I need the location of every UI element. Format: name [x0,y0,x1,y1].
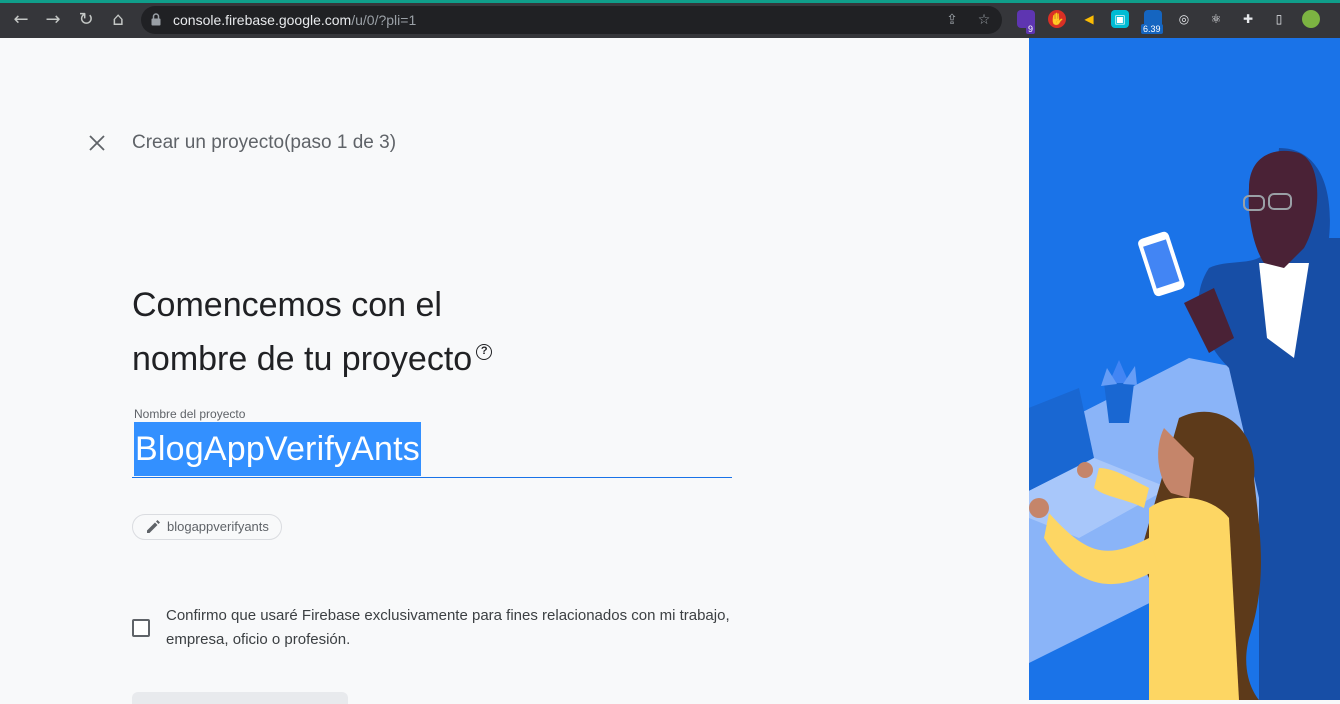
lock-icon [151,13,161,26]
help-icon[interactable]: ? [476,344,493,360]
share-icon[interactable]: ⇪ [943,11,961,29]
megaphone-extension-icon[interactable]: ◀ [1080,10,1098,28]
create-project-page: Crear un proyecto(paso 1 de 3) Comencemo… [0,38,1029,704]
confirm-checkbox[interactable] [132,619,150,637]
plant-pot [1104,383,1134,423]
browser-toolbar: ← → ↻ ⌂ console.firebase.google.com/u/0/… [0,0,1340,38]
square-extension-icon[interactable]: ▣ [1111,10,1129,28]
side-panel-icon[interactable]: ▯ [1270,10,1288,28]
heading-line-2: nombre de tu proyecto? [132,332,493,386]
page-heading: Comencemos con el nombre de tu proyecto? [132,278,493,386]
developers-illustration [1029,148,1340,700]
react-extension-icon[interactable]: ⚛ [1207,10,1225,28]
bookmark-star-icon[interactable]: ☆ [975,11,993,29]
confirm-label: Confirmo que usaré Firebase exclusivamen… [166,607,730,648]
project-name-input[interactable]: BlogAppVerifyAnts [132,422,732,478]
shield-extension-icon[interactable]: ✋ [1048,10,1066,28]
profile-avatar[interactable] [1302,10,1320,28]
close-icon[interactable] [87,133,107,153]
puzzle-extensions-icon[interactable]: ✚ [1239,10,1257,28]
illustration-panel [1029,38,1340,700]
extension-badge-count: 9 [1026,24,1036,34]
url-text: console.firebase.google.com/u/0/?pli=1 [173,12,416,28]
step-title: Crear un proyecto(paso 1 de 3) [132,132,397,153]
project-id-text: blogappverifyants [167,519,269,534]
address-bar[interactable]: console.firebase.google.com/u/0/?pli=1 ⇪… [141,6,1002,34]
heading-line-1: Comencemos con el [132,286,442,324]
project-name-label: Nombre del proyecto [134,407,246,421]
back-icon[interactable]: ← [10,9,32,31]
tab-strip-edge [0,0,1340,3]
project-id-chip[interactable]: blogappverifyants [132,514,282,540]
heading-line-2-text: nombre de tu proyecto [132,340,473,378]
project-name-value: BlogAppVerifyAnts [134,422,422,476]
forward-icon[interactable]: → [42,9,64,31]
url-host: console.firebase.google.com [173,12,352,28]
sitting-person-body [1149,497,1239,700]
home-icon[interactable]: ⌂ [107,9,129,31]
reload-icon[interactable]: ↻ [75,9,97,31]
target-extension-icon[interactable]: ◎ [1175,10,1193,28]
continue-button[interactable] [132,692,348,704]
url-path: /u/0/?pli=1 [351,12,417,28]
pencil-icon [147,520,160,533]
extension-badge-price: 6.39 [1141,24,1163,34]
